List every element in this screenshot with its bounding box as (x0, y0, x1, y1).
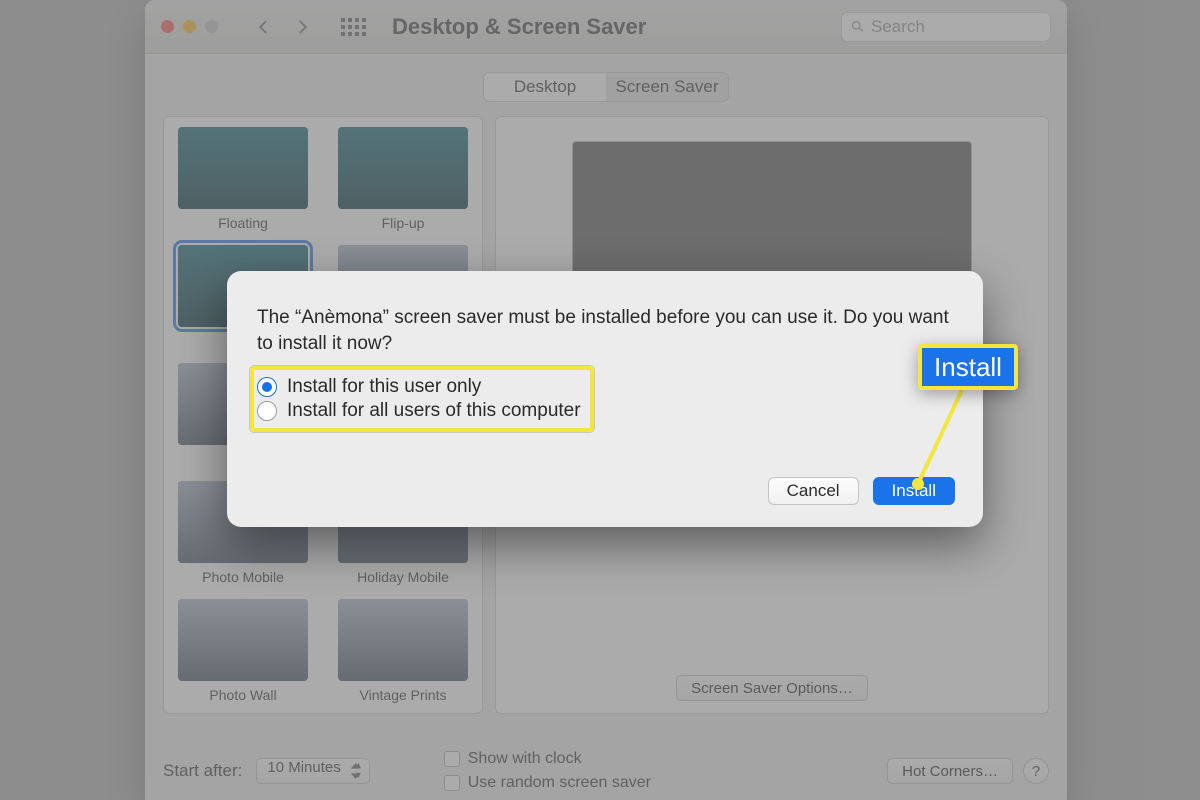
search-placeholder: Search (871, 17, 925, 37)
show-all-icon[interactable] (340, 14, 366, 40)
window-controls (161, 20, 218, 33)
radio-this-user[interactable]: Install for this user only (257, 376, 953, 398)
help-button[interactable]: ? (1023, 758, 1049, 784)
cancel-button[interactable]: Cancel (768, 477, 859, 505)
list-item[interactable]: Vintage Prints (332, 599, 474, 703)
use-random-checkbox[interactable] (444, 775, 460, 791)
close-window-button[interactable] (161, 20, 174, 33)
tab-screen-saver[interactable]: Screen Saver (606, 73, 728, 101)
forward-button[interactable] (288, 13, 316, 41)
annotation-callout: Install (918, 344, 1018, 390)
show-with-clock-checkbox[interactable] (444, 751, 460, 767)
start-after-label: Start after: (163, 761, 242, 781)
zoom-window-button[interactable] (205, 20, 218, 33)
window-title: Desktop & Screen Saver (392, 14, 646, 40)
back-button[interactable] (250, 13, 278, 41)
footer: Start after: 10 Minutes ▴▾ Show with clo… (163, 750, 1049, 792)
list-item[interactable]: Photo Wall (172, 599, 314, 703)
radio-all-users[interactable]: Install for all users of this computer (257, 400, 953, 422)
radio-icon (257, 401, 277, 421)
tab-desktop[interactable]: Desktop (484, 73, 606, 101)
titlebar: Desktop & Screen Saver Search (145, 0, 1067, 54)
search-input[interactable]: Search (841, 12, 1051, 42)
search-icon (850, 19, 865, 34)
start-after-popup[interactable]: 10 Minutes ▴▾ (256, 758, 369, 784)
install-scope-radio-group: Install for this user only Install for a… (257, 376, 953, 422)
screensaver-options-button[interactable]: Screen Saver Options… (676, 675, 868, 701)
install-dialog: The “Anèmona” screen saver must be insta… (227, 271, 983, 527)
install-button[interactable]: Install (873, 477, 955, 505)
radio-icon (257, 377, 277, 397)
tab-segmented-control: Desktop Screen Saver (483, 72, 729, 102)
list-item[interactable]: Flip-up (332, 127, 474, 231)
list-item[interactable]: Floating (172, 127, 314, 231)
hot-corners-button[interactable]: Hot Corners… (887, 758, 1013, 784)
nav-buttons (250, 13, 316, 41)
dialog-message: The “Anèmona” screen saver must be insta… (257, 305, 953, 356)
minimize-window-button[interactable] (183, 20, 196, 33)
